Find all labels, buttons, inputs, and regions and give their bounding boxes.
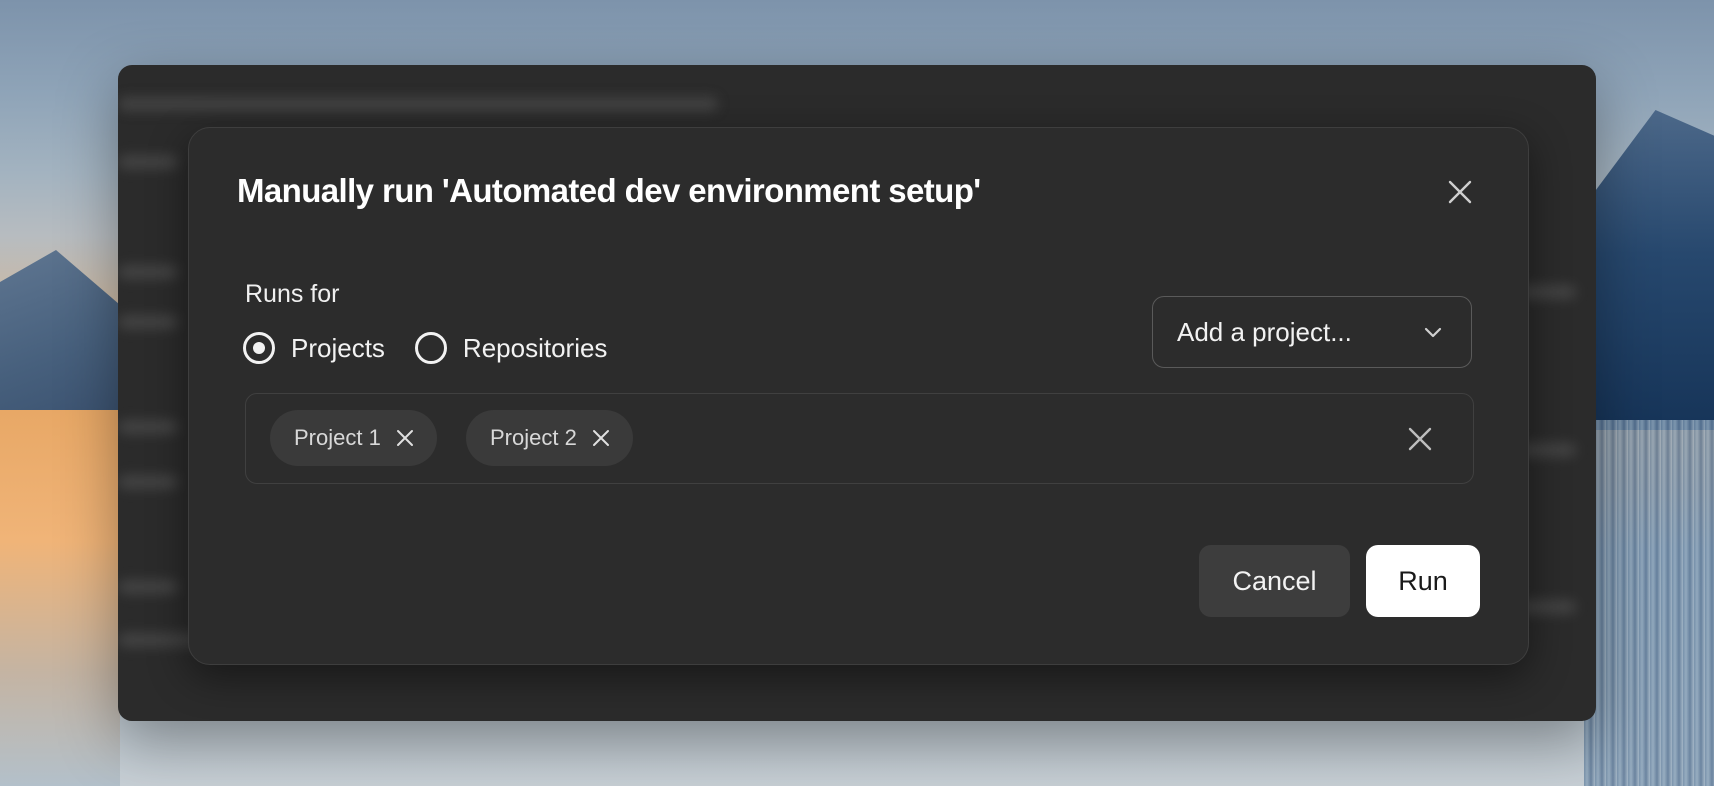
radio-label-projects: Projects	[291, 332, 385, 363]
radio-dot	[253, 342, 265, 354]
clear-icon[interactable]	[1405, 424, 1435, 454]
close-button[interactable]	[1444, 176, 1476, 208]
radio-projects[interactable]: Projects	[243, 332, 385, 364]
chip-label: Project 2	[490, 425, 577, 450]
dropdown-placeholder: Add a project...	[1177, 316, 1352, 347]
radio-button-selected[interactable]	[243, 332, 275, 364]
background-mountain-right	[1584, 110, 1714, 430]
x-icon[interactable]	[395, 428, 415, 448]
project-chip: Project 1	[270, 410, 437, 466]
x-icon[interactable]	[591, 428, 611, 448]
cancel-button[interactable]: Cancel	[1199, 545, 1350, 617]
blurred-text	[118, 580, 178, 594]
background-water-left	[0, 410, 120, 786]
project-chip: Project 2	[466, 410, 633, 466]
radio-repositories[interactable]: Repositories	[414, 332, 608, 364]
run-dialog: Manually run 'Automated dev environment …	[188, 127, 1529, 665]
radio-label-repositories: Repositories	[462, 332, 608, 363]
blurred-text	[118, 475, 178, 489]
background-water-right	[1584, 420, 1714, 786]
close-icon	[1448, 180, 1472, 204]
selected-projects-field[interactable]: Project 1 Project 2	[245, 393, 1474, 484]
runs-for-label: Runs for	[245, 280, 340, 308]
dialog-title: Manually run 'Automated dev environment …	[237, 172, 981, 209]
chevron-down-icon	[1424, 327, 1442, 338]
radio-button-unselected[interactable]	[414, 332, 447, 364]
runs-for-radio-group: Projects Repositories	[243, 332, 637, 364]
blurred-text	[118, 420, 178, 434]
add-project-dropdown[interactable]: Add a project...	[1152, 296, 1472, 368]
chip-label: Project 1	[294, 425, 381, 450]
blurred-text	[118, 315, 178, 329]
blurred-text	[118, 155, 178, 169]
blurred-text	[118, 97, 718, 111]
run-button[interactable]: Run	[1366, 545, 1480, 617]
blurred-text	[118, 265, 178, 279]
